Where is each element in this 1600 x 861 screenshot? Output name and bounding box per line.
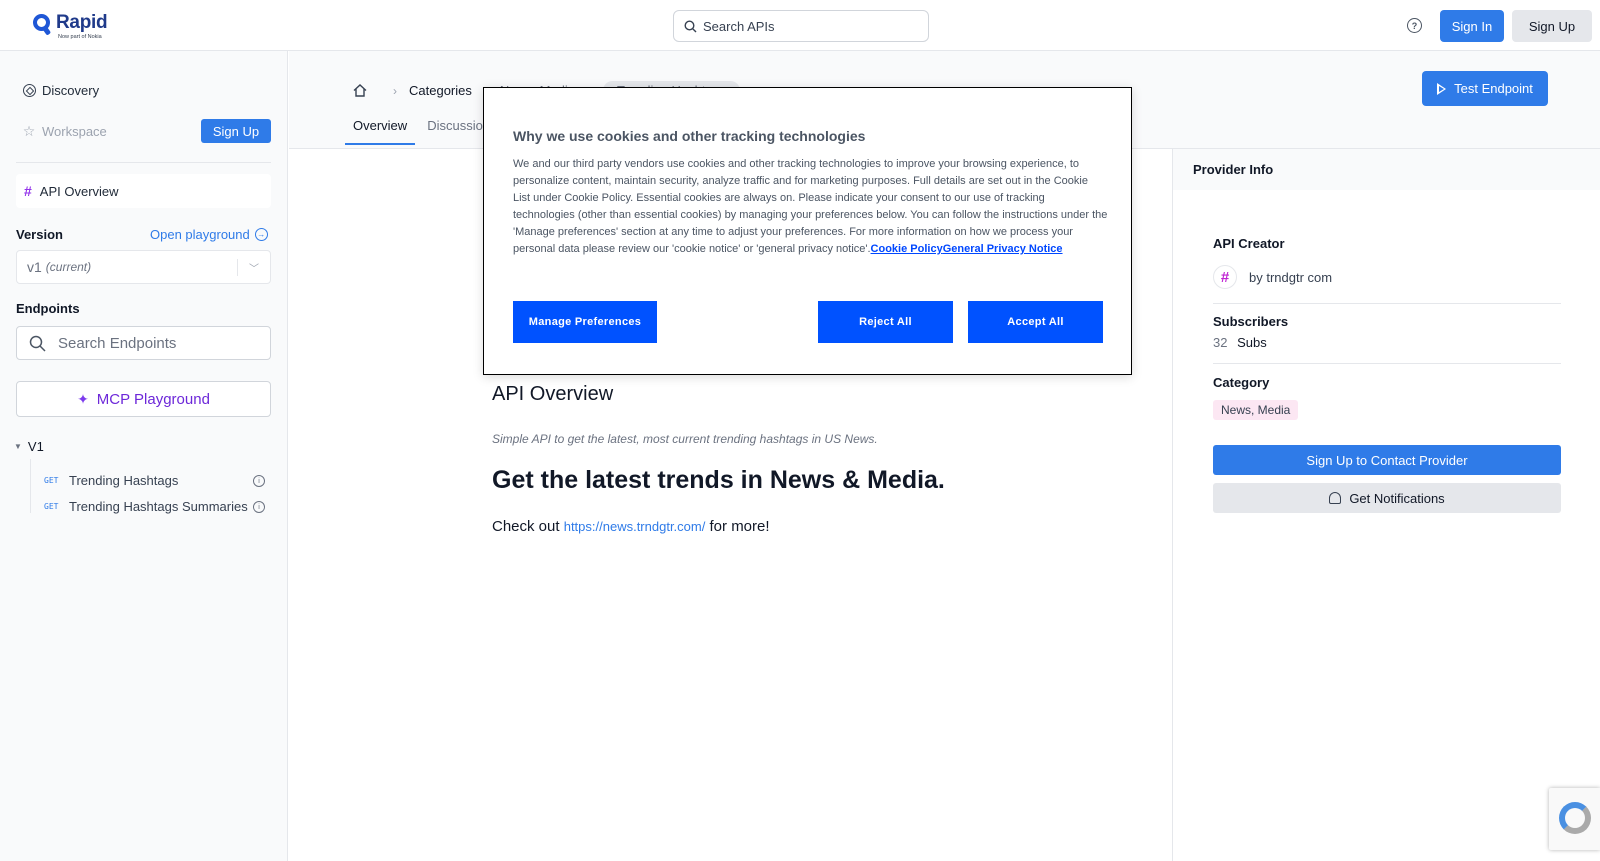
get-notifications-button[interactable]: Get Notifications — [1213, 483, 1561, 513]
provider-info-header: Provider Info — [1173, 149, 1600, 190]
subscribers-unit: Subs — [1237, 335, 1267, 350]
version-value: v1 — [27, 259, 42, 275]
open-playground-link[interactable]: Open playground → — [150, 227, 268, 242]
help-icon[interactable]: ? — [1407, 18, 1422, 33]
readme-paragraph: Check out https://news.trndgtr.com/ for … — [492, 518, 770, 535]
page-title: API Overview — [492, 383, 614, 405]
hashtag-icon: # — [24, 183, 32, 199]
test-endpoint-label: Test Endpoint — [1454, 81, 1533, 96]
endpoint-name: Trending Hashtags — [69, 473, 179, 488]
discovery-label: Discovery — [42, 83, 100, 98]
top-bar: Rapid Now part of Nokia Search APIs ? Si… — [0, 0, 1600, 51]
info-icon[interactable]: i — [253, 475, 265, 487]
star-icon: ☆ — [22, 123, 36, 139]
category-tag[interactable]: News, Media — [1213, 400, 1299, 420]
sidebar-item-discovery[interactable]: Discovery — [22, 83, 99, 98]
avatar: # — [1213, 265, 1237, 289]
reject-all-button[interactable]: Reject All — [818, 301, 953, 343]
sidebar-sign-up-button[interactable]: Sign Up — [201, 119, 271, 143]
info-icon[interactable]: i — [253, 501, 265, 513]
chevron-down-icon: ▼ — [14, 442, 22, 451]
search-endpoints-placeholder: Search Endpoints — [58, 334, 177, 352]
api-creator[interactable]: # by trndgtr com — [1213, 265, 1332, 289]
play-icon — [1437, 82, 1447, 95]
sidebar-divider — [16, 162, 271, 163]
subscribers-number: 32 — [1213, 335, 1228, 350]
recaptcha-icon — [1559, 802, 1591, 834]
search-icon — [29, 335, 46, 352]
sparkles-icon: ✦ — [77, 390, 89, 407]
cookie-consent-dialog: Why we use cookies and other tracking te… — [483, 87, 1132, 375]
cookie-policy-link[interactable]: Cookie Policy — [871, 243, 943, 255]
check-out-suffix: for more! — [709, 518, 770, 535]
search-apis-placeholder: Search APIs — [703, 18, 775, 34]
creator-prefix: by — [1249, 269, 1263, 285]
cookie-body: We and our third party vendors use cooki… — [513, 156, 1108, 258]
method-badge: GET — [44, 476, 59, 485]
sidebar-item-workspace[interactable]: ☆ Workspace — [22, 123, 107, 139]
test-endpoint-button[interactable]: Test Endpoint — [1422, 71, 1548, 106]
readme-heading: Get the latest trends in News & Media. — [492, 466, 945, 494]
endpoints-label: Endpoints — [16, 301, 80, 316]
subscribers-count: 32 Subs — [1213, 335, 1267, 350]
contact-provider-button[interactable]: Sign Up to Contact Provider — [1213, 445, 1561, 475]
endpoint-group-v1[interactable]: ▼ V1 — [14, 439, 44, 454]
privacy-notice-link[interactable]: General Privacy Notice — [943, 243, 1063, 255]
endpoint-item[interactable]: GET Trending Hashtags — [44, 473, 178, 488]
chevron-right-icon: › — [393, 83, 397, 98]
rapid-logo-icon — [32, 13, 52, 36]
group-label: V1 — [27, 439, 44, 454]
subscribers-label: Subscribers — [1213, 314, 1289, 329]
provider-info-panel: Provider Info API Creator # by trndgtr c… — [1172, 149, 1600, 861]
sidebar: Discovery ☆ Workspace Sign Up # API Over… — [0, 51, 288, 861]
method-badge: GET — [44, 502, 59, 511]
search-icon — [684, 19, 697, 32]
breadcrumb-categories[interactable]: Categories — [409, 83, 472, 98]
notifications-label: Get Notifications — [1349, 490, 1445, 506]
chevron-down-icon: ﹀ — [249, 264, 259, 275]
search-apis-input[interactable]: Search APIs — [673, 10, 929, 42]
accept-all-button[interactable]: Accept All — [968, 301, 1103, 343]
bell-icon — [1329, 492, 1342, 504]
workspace-label: Workspace — [42, 124, 107, 139]
endpoint-name: Trending Hashtags Summaries — [69, 499, 248, 514]
tab-overview[interactable]: Overview — [345, 118, 416, 145]
api-overview-label: API Overview — [39, 183, 119, 199]
creator-name: trndgtr com — [1266, 269, 1333, 285]
open-playground-label: Open playground — [150, 227, 250, 242]
endpoint-item[interactable]: GET Trending Hashtags Summaries — [44, 499, 248, 514]
logo-subtitle: Now part of Nokia — [58, 34, 102, 40]
api-creator-label: API Creator — [1213, 236, 1285, 251]
category-label: Category — [1213, 375, 1270, 390]
arrow-right-circle-icon: → — [254, 228, 268, 241]
sign-up-button[interactable]: Sign Up — [1512, 10, 1592, 42]
version-note: (current) — [45, 260, 92, 274]
check-out-prefix: Check out — [492, 518, 560, 535]
version-select[interactable]: v1 (current) ﹀ — [16, 250, 271, 284]
recaptcha-badge[interactable] — [1549, 788, 1600, 850]
sidebar-item-api-overview[interactable]: # API Overview — [16, 174, 271, 208]
mcp-playground-label: MCP Playground — [96, 390, 210, 408]
sign-in-button[interactable]: Sign In — [1440, 10, 1504, 42]
cookie-body-text: We and our third party vendors use cooki… — [513, 158, 1108, 255]
search-endpoints-input[interactable]: Search Endpoints — [16, 326, 271, 360]
compass-icon — [22, 84, 36, 97]
logo-name: Rapid — [56, 12, 108, 33]
home-icon[interactable] — [353, 84, 367, 97]
rapid-logo[interactable]: Rapid Now part of Nokia — [32, 12, 108, 41]
cookie-title: Why we use cookies and other tracking te… — [513, 128, 866, 144]
version-label: Version — [16, 227, 63, 242]
api-description: Simple API to get the latest, most curre… — [492, 432, 878, 446]
manage-preferences-button[interactable]: Manage Preferences — [513, 301, 657, 343]
news-link[interactable]: https://news.trndgtr.com/ — [564, 519, 706, 534]
mcp-playground-button[interactable]: ✦ MCP Playground — [16, 381, 271, 417]
